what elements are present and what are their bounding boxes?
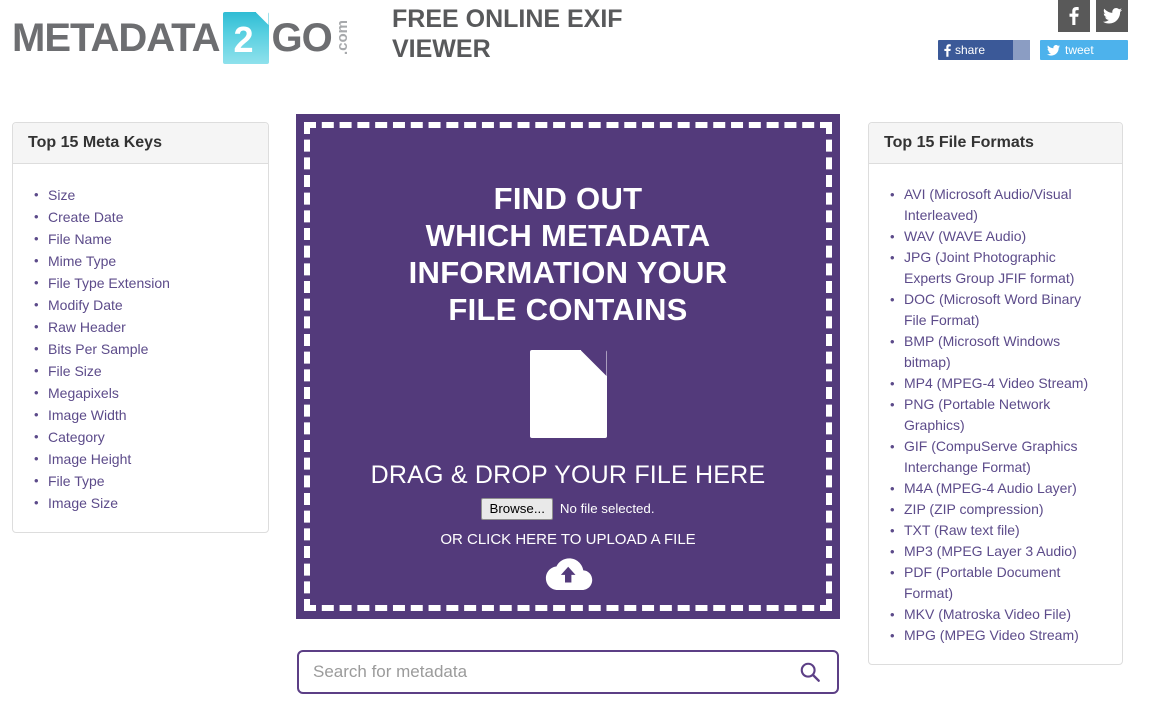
twitter-tweet-label: tweet xyxy=(1065,43,1094,57)
left-panel-title: Top 15 Meta Keys xyxy=(28,134,162,151)
file-format-item[interactable]: MKV (Matroska Video File) xyxy=(890,604,1107,625)
dropzone-inner: FIND OUT WHICH METADATA INFORMATION YOUR FI… xyxy=(304,122,832,611)
search-button[interactable] xyxy=(791,661,837,683)
twitter-icon xyxy=(1102,8,1122,24)
top-meta-keys-panel: Top 15 Meta Keys SizeCreate DateFile Nam… xyxy=(12,122,269,533)
upload-click-label[interactable]: OR CLICK HERE TO UPLOAD A FILE xyxy=(440,531,695,549)
logo-text-metadata: METADATA xyxy=(12,16,221,60)
meta-key-item[interactable]: Create Date xyxy=(34,206,253,228)
metadata-search-bar[interactable] xyxy=(297,650,839,694)
facebook-share-tail xyxy=(1013,40,1030,60)
logo-text-two: 2 xyxy=(233,19,254,60)
page-title: FREE ONLINE EXIF VIEWER xyxy=(392,5,623,63)
file-format-item[interactable]: BMP (Microsoft Windows bitmap) xyxy=(890,331,1107,373)
meta-key-item[interactable]: Raw Header xyxy=(34,316,253,338)
left-panel-header: Top 15 Meta Keys xyxy=(13,123,268,164)
meta-key-item[interactable]: File Type xyxy=(34,470,253,492)
logo-text-go: GO xyxy=(271,16,333,60)
drag-drop-label: DRAG & DROP YOUR FILE HERE xyxy=(370,461,766,489)
file-format-item[interactable]: ZIP (ZIP compression) xyxy=(890,499,1107,520)
meta-key-item[interactable]: File Size xyxy=(34,360,253,382)
meta-key-item[interactable]: Image Height xyxy=(34,448,253,470)
file-format-item[interactable]: PDF (Portable Document Format) xyxy=(890,562,1107,604)
meta-key-item[interactable]: Bits Per Sample xyxy=(34,338,253,360)
meta-key-item[interactable]: Mime Type xyxy=(34,250,253,272)
meta-key-item[interactable]: Image Size xyxy=(34,492,253,514)
twitter-tweet-button[interactable]: tweet xyxy=(1040,40,1128,60)
file-format-item[interactable]: DOC (Microsoft Word Binary File Format) xyxy=(890,289,1107,331)
twitter-icon-button[interactable] xyxy=(1096,0,1128,32)
facebook-share-label: share xyxy=(955,43,986,57)
browse-button[interactable]: Browse... xyxy=(481,498,553,520)
page-root: METADATA 2 GO .com FREE ONLINE EXIF VIEW… xyxy=(0,0,1153,701)
facebook-icon-button[interactable] xyxy=(1058,0,1090,32)
file-format-item[interactable]: MP3 (MPEG Layer 3 Audio) xyxy=(890,541,1107,562)
file-format-item[interactable]: M4A (MPEG-4 Audio Layer) xyxy=(890,478,1107,499)
logo-text-domain: .com xyxy=(333,20,351,56)
twitter-tweet-icon xyxy=(1047,44,1060,56)
file-format-item[interactable]: MP4 (MPEG-4 Video Stream) xyxy=(890,373,1107,394)
logo-fold-corner xyxy=(255,12,269,25)
site-logo[interactable]: METADATA 2 GO .com xyxy=(12,12,351,64)
meta-key-item[interactable]: Category xyxy=(34,426,253,448)
document-icon xyxy=(529,350,607,438)
file-format-item[interactable]: JPG (Joint Photographic Experts Group JF… xyxy=(890,247,1107,289)
facebook-share-icon xyxy=(944,43,951,57)
file-format-item[interactable]: AVI (Microsoft Audio/Visual Interleaved) xyxy=(890,184,1107,226)
right-panel-title: Top 15 File Formats xyxy=(884,134,1034,151)
right-panel-header: Top 15 File Formats xyxy=(869,123,1122,164)
file-format-item[interactable]: MPG (MPEG Video Stream) xyxy=(890,625,1107,646)
file-dropzone[interactable]: FIND OUT WHICH METADATA INFORMATION YOUR FI… xyxy=(296,114,840,619)
meta-key-item[interactable]: Image Width xyxy=(34,404,253,426)
social-icon-bar xyxy=(1058,0,1128,32)
cloud-upload-icon[interactable] xyxy=(543,557,593,598)
selected-file-status: No file selected. xyxy=(559,501,655,516)
meta-key-item[interactable]: Megapixels xyxy=(34,382,253,404)
meta-key-item[interactable]: Modify Date xyxy=(34,294,253,316)
file-format-item[interactable]: PNG (Portable Network Graphics) xyxy=(890,394,1107,436)
file-format-item[interactable]: WAV (WAVE Audio) xyxy=(890,226,1107,247)
file-input-row[interactable]: Browse... No file selected. xyxy=(481,498,655,520)
dropzone-headline: FIND OUT WHICH METADATA INFORMATION YOUR FI… xyxy=(408,181,728,327)
site-header: METADATA 2 GO .com FREE ONLINE EXIF VIEW… xyxy=(0,0,1153,100)
file-format-item[interactable]: TXT (Raw text file) xyxy=(890,520,1107,541)
search-input[interactable] xyxy=(299,662,791,682)
facebook-share-button[interactable]: share xyxy=(938,40,1030,60)
left-panel-body: SizeCreate DateFile NameMime TypeFile Ty… xyxy=(13,164,268,532)
meta-key-item[interactable]: File Name xyxy=(34,228,253,250)
meta-key-item[interactable]: Size xyxy=(34,184,253,206)
social-share-buttons: share tweet xyxy=(938,40,1128,60)
document-icon-fold xyxy=(580,350,607,376)
search-icon xyxy=(800,662,820,682)
top-file-formats-panel: Top 15 File Formats AVI (Microsoft Audio… xyxy=(868,122,1123,665)
file-format-item[interactable]: GIF (CompuServe Graphics Interchange For… xyxy=(890,436,1107,478)
meta-key-item[interactable]: File Type Extension xyxy=(34,272,253,294)
meta-keys-list: SizeCreate DateFile NameMime TypeFile Ty… xyxy=(28,184,253,514)
file-formats-list: AVI (Microsoft Audio/Visual Interleaved)… xyxy=(884,184,1107,646)
facebook-icon xyxy=(1069,7,1079,25)
logo-document-badge: 2 xyxy=(222,12,269,64)
right-panel-body: AVI (Microsoft Audio/Visual Interleaved)… xyxy=(869,164,1122,664)
